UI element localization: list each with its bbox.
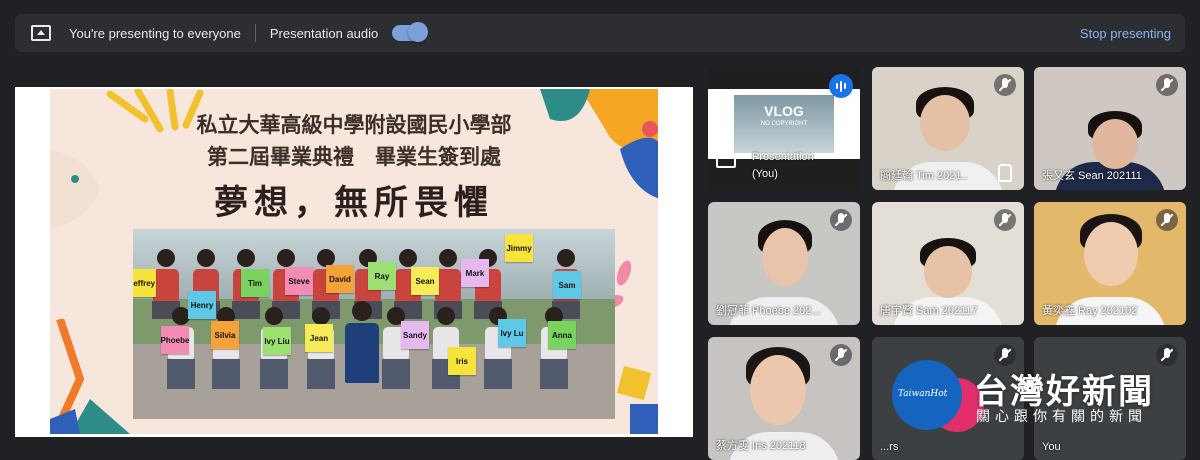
participant-name: 黃奕鑫 Ray 202102 [1042, 305, 1138, 317]
name-sign: Sean [411, 267, 439, 295]
participant-tile[interactable]: VLOG NO COPYRIGHT Presentation (You) [708, 67, 860, 190]
participant-tile[interactable]: 唐宇賢 Sam 202117 [872, 202, 1024, 325]
preview-sub-text: NO COPYRIGHT [760, 121, 808, 127]
slide-title-line1: 私立大華高級中學附設國民小學部 [196, 112, 512, 137]
name-sign: Silvia [211, 321, 239, 349]
participant-face [924, 246, 972, 298]
participant-name: 唐宇賢 Sam 202117 [880, 305, 978, 317]
slide-canvas: 私立大華高級中學附設國民小學部 第二屆畢業典禮 畢業生簽到處 夢想，無所畏懼 J… [50, 89, 658, 434]
name-sign: Anna [548, 321, 576, 349]
present-screen-icon [31, 25, 51, 41]
name-sign: Phoebe [161, 326, 189, 354]
participant-face [920, 95, 970, 151]
name-sign: Jean [305, 324, 333, 352]
participant-tile[interactable]: 黃奕鑫 Ray 202102 [1034, 202, 1186, 325]
preview-vlog-text: VLOG [764, 103, 804, 119]
watermark-logo-text: TaiwanHot [898, 389, 948, 399]
name-sign: Jeffrey [133, 269, 156, 297]
name-sign: Sandy [401, 321, 429, 349]
watermark-subtitle: 關心跟你有關的新聞 [976, 409, 1147, 425]
presentation-audio-label: Presentation audio [269, 25, 379, 41]
name-sign: Steve [285, 267, 313, 295]
name-sign: Ivy Lu [498, 319, 526, 347]
participant-name: 劉冠菲 Phoebe 202... [716, 305, 821, 317]
slide-title-line2: 第二屆畢業典禮 畢業生簽到處 [207, 144, 501, 169]
participant-tile[interactable]: 張又玄 Sean 202111 [1034, 67, 1186, 190]
participant-face [1092, 119, 1138, 169]
decor-bottom-right [610, 349, 658, 434]
presented-slide: 私立大華高級中學附設國民小學部 第二屆畢業典禮 畢業生簽到處 夢想，無所畏懼 J… [15, 87, 693, 437]
present-screen-icon [716, 153, 736, 168]
mic-off-icon [1156, 74, 1178, 96]
mic-off-icon [830, 209, 852, 231]
participant-name: Presentation (You) [752, 151, 814, 180]
slide-motto: 夢想，無所畏懼 [214, 183, 494, 223]
name-sign: Mark [461, 259, 489, 287]
hand-raise-icon [998, 164, 1012, 182]
participant-face [1084, 222, 1138, 286]
decor-bottom-left [50, 317, 140, 434]
participant-face [762, 228, 808, 286]
name-sign: Jimmy [505, 234, 533, 262]
mic-off-icon [994, 209, 1016, 231]
mic-off-icon [994, 74, 1016, 96]
participant-tile[interactable]: 劉冠菲 Phoebe 202... [708, 202, 860, 325]
presenting-bar: You're presenting to everyone Presentati… [15, 14, 1185, 52]
mic-off-icon [1156, 209, 1178, 231]
participant-name: 張又玄 Sean 202111 [1042, 170, 1142, 182]
news-watermark: TaiwanHot 台灣好新聞 關心跟你有關的新聞 [892, 360, 1192, 430]
name-sign: Henry [188, 291, 216, 319]
participant-face [750, 355, 806, 425]
participant-name: 蔡方雯 Iris 202118 [716, 440, 806, 452]
teacher [345, 301, 379, 383]
audio-level-icon [829, 74, 853, 98]
participant-name: You [1042, 441, 1061, 453]
name-sign: Iris [448, 347, 476, 375]
mic-off-icon [830, 344, 852, 366]
participant-name: 簡廷翰 Tim 2021.. [880, 170, 968, 182]
participant-tile[interactable]: 蔡方雯 Iris 202118 [708, 337, 860, 460]
class-photo: Jeffrey Henry Tim Steve David Ray Sean Mark Jimm… [133, 229, 615, 419]
presentation-audio-toggle[interactable] [392, 22, 429, 42]
name-sign: David [326, 265, 354, 293]
participant-tile[interactable]: 簡廷翰 Tim 2021.. [872, 67, 1024, 190]
divider [254, 24, 256, 42]
name-sign: Ray [368, 262, 396, 290]
participant-name: ...rs [880, 441, 899, 453]
presenting-status: You're presenting to everyone [69, 25, 241, 41]
stop-presenting-button[interactable]: Stop presenting [1080, 26, 1171, 41]
name-sign: Ivy Liu [263, 327, 291, 355]
name-sign: Tim [241, 269, 269, 297]
name-sign: Sam [553, 271, 581, 299]
